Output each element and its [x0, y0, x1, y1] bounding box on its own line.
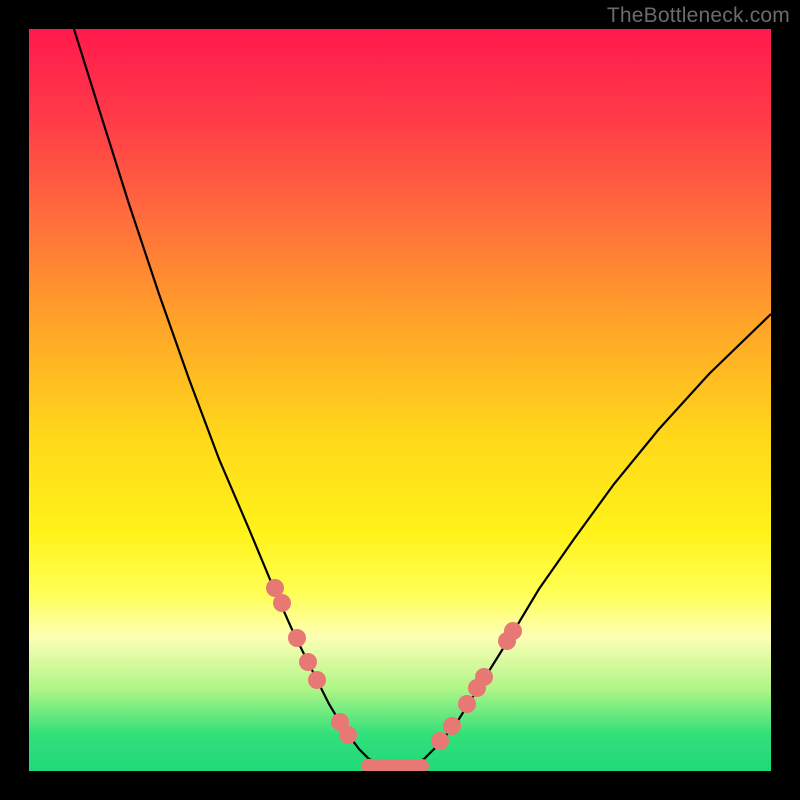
bottleneck-curve	[74, 29, 771, 767]
curve-marker	[288, 629, 306, 647]
plateau-marker	[361, 759, 429, 771]
curve-marker	[475, 668, 493, 686]
curve-marker	[458, 695, 476, 713]
curve-marker	[339, 726, 357, 744]
curve-marker	[443, 717, 461, 735]
curve-markers	[266, 579, 522, 750]
curve-marker	[431, 732, 449, 750]
curve-marker	[273, 594, 291, 612]
curve-marker	[299, 653, 317, 671]
plot-area	[29, 29, 771, 771]
curve-marker	[504, 622, 522, 640]
chart-frame: TheBottleneck.com	[0, 0, 800, 800]
curve-layer	[29, 29, 771, 771]
watermark-text: TheBottleneck.com	[607, 4, 790, 28]
curve-marker	[308, 671, 326, 689]
